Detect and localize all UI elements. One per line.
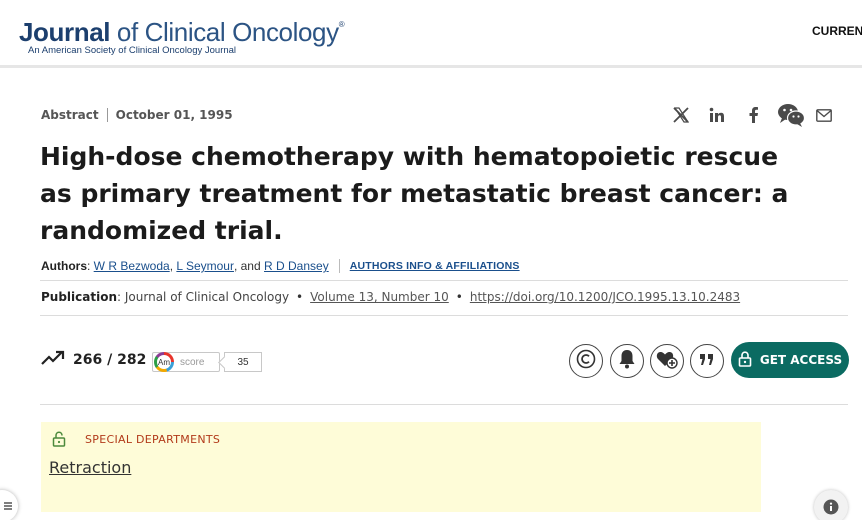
publication-colon: :: [117, 290, 125, 304]
logo-wordmark: Journal of Clinical Oncology®: [19, 9, 345, 48]
add-favorite-button[interactable]: [650, 344, 684, 378]
divider: [40, 404, 848, 405]
menu-fab-button[interactable]: [0, 490, 18, 520]
article-meta: Abstract October 01, 1995: [41, 108, 233, 122]
cite-icon: [699, 352, 715, 371]
favorite-add-icon: [656, 349, 678, 373]
bullet-separator: •: [296, 290, 304, 304]
journal-name: Journal of Clinical Oncology: [124, 290, 290, 304]
bell-icon: [618, 349, 636, 373]
trending-up-icon: [41, 350, 65, 370]
lock-icon: [738, 350, 760, 370]
metrics-row: 266 / 282: [41, 350, 146, 370]
facebook-icon[interactable]: [741, 103, 765, 127]
article-title: High-dose chemotherapy with hematopoieti…: [40, 142, 789, 245]
unlock-icon: [52, 431, 66, 451]
volume-link[interactable]: Volume 13, Number 10: [310, 290, 449, 304]
author-and: , and: [233, 259, 261, 273]
views-count: 266 / 282: [73, 352, 147, 368]
meta-divider: [106, 108, 108, 122]
x-icon[interactable]: [669, 103, 693, 127]
special-departments-panel: SPECIAL DEPARTMENTS Retraction: [41, 422, 761, 512]
site-header: Journal of Clinical Oncology® An America…: [0, 0, 862, 68]
get-access-label: GET ACCESS: [759, 353, 843, 367]
get-access-button[interactable]: GET ACCESS: [731, 342, 849, 378]
alert-button[interactable]: [610, 344, 644, 378]
permissions-button[interactable]: [569, 344, 603, 378]
altmetric-score-value[interactable]: 35: [224, 352, 262, 372]
publication-line: Publication: Journal of Clinical Oncolog…: [41, 290, 740, 304]
altmetric-score-label: score: [180, 356, 205, 368]
linkedin-icon[interactable]: [705, 103, 729, 127]
info-button[interactable]: [814, 490, 848, 520]
logo-bold: Journal: [19, 17, 111, 47]
logo-registered-mark: ®: [338, 20, 345, 29]
altmetric-donut-icon: Am: [154, 352, 174, 372]
altmetric-label: Am: [157, 355, 171, 369]
cite-button[interactable]: [690, 344, 724, 378]
journal-logo[interactable]: Journal of Clinical Oncology® An America…: [19, 9, 345, 56]
altmetric-badge[interactable]: Am score: [152, 352, 220, 372]
authors-info-link[interactable]: AUTHORS INFO & AFFILIATIONS: [350, 260, 520, 272]
authors-colon: :: [87, 259, 94, 273]
copyright-icon: [576, 349, 596, 373]
info-icon: [823, 499, 839, 519]
divider: [40, 315, 848, 316]
authors-line: Authors: W R Bezwoda, L Seymour, and R D…: [41, 259, 520, 273]
email-icon[interactable]: [812, 103, 836, 127]
author-link[interactable]: W R Bezwoda: [94, 259, 170, 273]
authors-label: Authors: [41, 259, 87, 273]
nav-current-link[interactable]: CURRENT: [812, 24, 862, 38]
article-type: Abstract: [41, 108, 99, 122]
author-link[interactable]: R D Dansey: [264, 259, 329, 273]
logo-rest: of Clinical Oncology: [110, 17, 339, 47]
author-link[interactable]: L Seymour: [176, 259, 234, 273]
article-date: October 01, 1995: [115, 108, 233, 122]
section-label: SPECIAL DEPARTMENTS: [85, 433, 221, 446]
menu-icon: [4, 499, 12, 513]
divider: [40, 280, 848, 281]
doi-link[interactable]: https://doi.org/10.1200/JCO.1995.13.10.2…: [470, 290, 740, 304]
bullet-separator: •: [455, 290, 463, 304]
retraction-link[interactable]: Retraction: [49, 458, 131, 477]
authors-divider: [338, 259, 340, 273]
wechat-icon[interactable]: [776, 103, 806, 127]
author-comma: ,: [169, 259, 177, 273]
publication-label: Publication: [41, 290, 118, 304]
